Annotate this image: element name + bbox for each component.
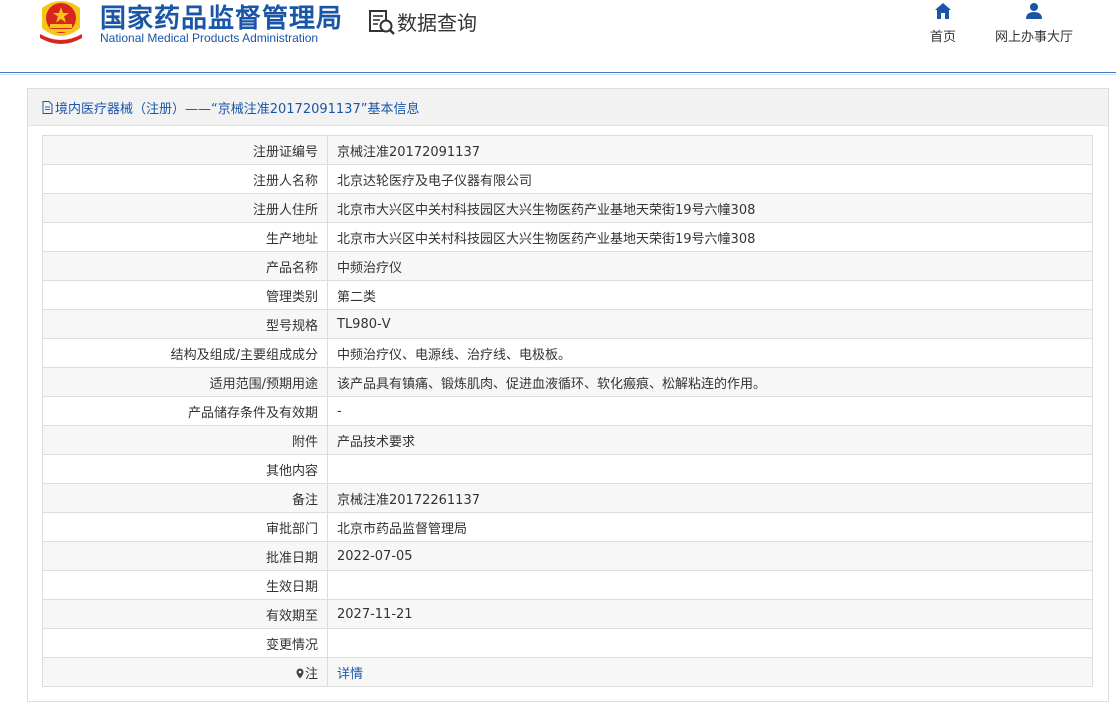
table-row: 生产地址 北京市大兴区中关村科技园区大兴生物医药产业基地天荣街19号六幢308: [42, 222, 1093, 252]
nav-online-office-label: 网上办事大厅: [994, 30, 1073, 45]
brand-title-en: National Medical Products Administration: [100, 31, 319, 45]
panel-header: 境内医疗器械（注册）——“京械注准20172091137”基本信息: [28, 89, 1108, 126]
table-row: 备注 京械注准20172261137: [42, 483, 1093, 513]
panel-title: 境内医疗器械（注册）——“京械注准20172091137”基本信息: [55, 101, 420, 117]
row-label: 管理类别: [42, 280, 328, 310]
nav-home-label: 首页: [929, 30, 956, 45]
row-value: 2022-07-05: [327, 541, 1093, 571]
row-value: [327, 570, 1093, 600]
header-divider: [0, 72, 1116, 73]
row-label: 备注: [42, 483, 328, 513]
table-row: 适用范围/预期用途 该产品具有镇痛、锻炼肌肉、促进血液循环、软化瘢痕、松解粘连的作…: [42, 367, 1093, 397]
row-label: 附件: [42, 425, 328, 455]
table-row: 结构及组成/主要组成成分 中频治疗仪、电源线、治疗线、电极板。: [42, 338, 1093, 368]
table-row: 注册证编号 京械注准20172091137: [42, 135, 1093, 165]
header-divider-light: [0, 74, 1116, 75]
row-value: 中频治疗仪、电源线、治疗线、电极板。: [327, 338, 1093, 368]
table-row: 变更情况: [42, 628, 1093, 658]
row-value: 北京市大兴区中关村科技园区大兴生物医药产业基地天荣街19号六幢308: [327, 193, 1093, 223]
table-row: 有效期至 2027-11-21: [42, 599, 1093, 629]
row-label: 有效期至: [42, 599, 328, 629]
table-row: 管理类别 第二类: [42, 280, 1093, 310]
table-row: 生效日期: [42, 570, 1093, 600]
row-value: TL980-Ⅴ: [327, 309, 1093, 339]
row-value: 北京达轮医疗及电子仪器有限公司: [327, 164, 1093, 194]
row-value: 该产品具有镇痛、锻炼肌肉、促进血液循环、软化瘢痕、松解粘连的作用。: [327, 367, 1093, 397]
details-link[interactable]: 详情: [337, 667, 363, 682]
row-label: 注册人住所: [42, 193, 328, 223]
row-value: 产品技术要求: [327, 425, 1093, 455]
table-row: 注册人住所 北京市大兴区中关村科技园区大兴生物医药产业基地天荣街19号六幢308: [42, 193, 1093, 223]
user-icon: [1026, 3, 1042, 19]
nav-home[interactable]: 首页: [926, 2, 960, 45]
row-value: [327, 628, 1093, 658]
row-value: 京械注准20172091137: [327, 135, 1093, 165]
document-icon: [42, 100, 53, 114]
row-label: 注册证编号: [42, 135, 328, 165]
table-row: 审批部门 北京市药品监督管理局: [42, 512, 1093, 542]
row-value: 京械注准20172261137: [327, 483, 1093, 513]
row-value: 2027-11-21: [327, 599, 1093, 629]
row-value: 北京市大兴区中关村科技园区大兴生物医药产业基地天荣街19号六幢308: [327, 222, 1093, 252]
row-value: [327, 454, 1093, 484]
row-label: 型号规格: [42, 309, 328, 339]
row-label: 变更情况: [42, 628, 328, 658]
row-value: 中频治疗仪: [327, 251, 1093, 281]
brand-title-cn: 国家药品监督管理局: [100, 4, 344, 34]
table-row: 注 详情: [42, 657, 1093, 687]
table-row: 其他内容: [42, 454, 1093, 484]
table-row: 批准日期 2022-07-05: [42, 541, 1093, 571]
table-row: 产品名称 中频治疗仪: [42, 251, 1093, 281]
table-row: 型号规格 TL980-Ⅴ: [42, 309, 1093, 339]
row-label: 生效日期: [42, 570, 328, 600]
site-header: 国家药品监督管理局 National Medical Products Admi…: [0, 0, 1116, 75]
basic-info-panel: 境内医疗器械（注册）——“京械注准20172091137”基本信息 注册证编号京…: [27, 88, 1109, 702]
row-label: 审批部门: [42, 512, 328, 542]
home-icon: [935, 3, 951, 19]
row-value: -: [327, 396, 1093, 426]
row-label: 结构及组成/主要组成成分: [42, 338, 328, 368]
table-row: 附件 产品技术要求: [42, 425, 1093, 455]
note-value-cell: 详情: [327, 657, 1093, 687]
row-label: 产品名称: [42, 251, 328, 281]
info-table: 注册证编号 京械注准20172091137 注册人名称 北京达轮医疗及电子仪器有限公…: [42, 135, 1093, 687]
row-value: 北京市药品监督管理局: [327, 512, 1093, 542]
table-row: 产品储存条件及有效期 -: [42, 396, 1093, 426]
row-label: 生产地址: [42, 222, 328, 252]
row-label: 产品储存条件及有效期: [42, 396, 328, 426]
location-pin-icon: [296, 668, 304, 678]
row-label: 注册人名称: [42, 164, 328, 194]
data-query-icon: [369, 10, 395, 35]
page-title: 数据查询: [397, 11, 477, 35]
row-label: 适用范围/预期用途: [42, 367, 328, 397]
table-row: 注册人名称 北京达轮医疗及电子仪器有限公司: [42, 164, 1093, 194]
row-label: 批准日期: [42, 541, 328, 571]
nav-online-office[interactable]: 网上办事大厅: [990, 2, 1078, 45]
row-label: 注: [304, 666, 318, 682]
row-value: 第二类: [327, 280, 1093, 310]
row-label: 其他内容: [42, 454, 328, 484]
note-label-cell: 注: [42, 657, 328, 687]
national-emblem-logo: [40, 1, 82, 44]
